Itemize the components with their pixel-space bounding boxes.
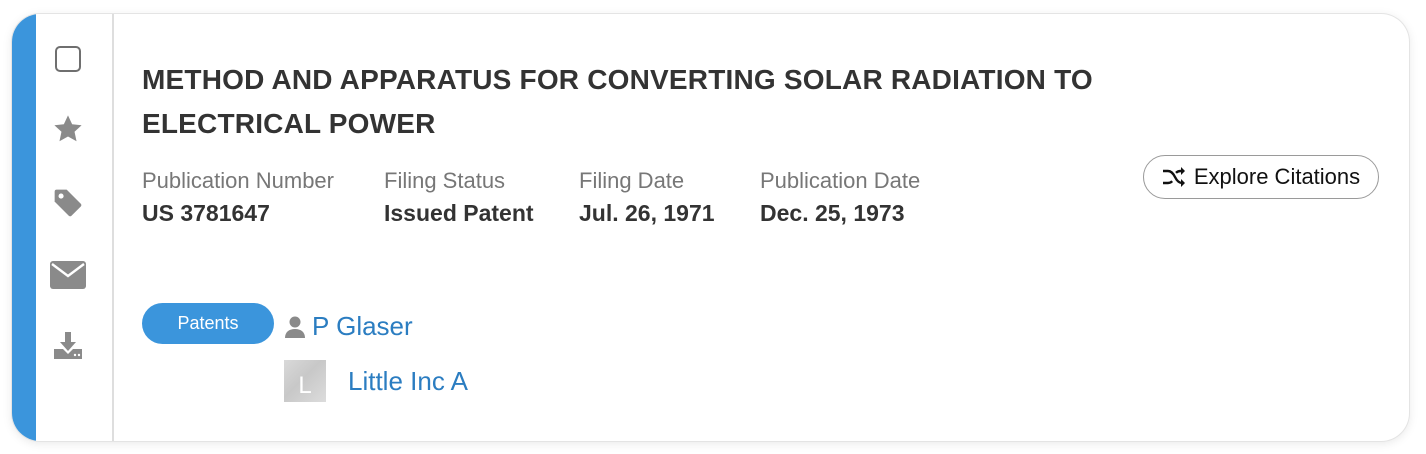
- assignee: L Little Inc A: [284, 360, 468, 402]
- patent-title[interactable]: METHOD AND APPARATUS FOR CONVERTING SOLA…: [142, 58, 1252, 146]
- tag-button[interactable]: [51, 186, 85, 220]
- card-content: METHOD AND APPARATUS FOR CONVERTING SOLA…: [142, 14, 1409, 441]
- filing-date-field: Filing Date Jul. 26, 1971: [579, 168, 715, 228]
- person-icon: [285, 316, 305, 338]
- explore-citations-label: Explore Citations: [1193, 164, 1361, 189]
- star-icon: [54, 115, 82, 142]
- checkbox-icon: [55, 46, 81, 72]
- filing-date-label: Filing Date: [579, 168, 685, 193]
- assignee-avatar: L: [284, 360, 326, 402]
- type-badge: Patents: [142, 303, 274, 344]
- result-card: METHOD AND APPARATUS FOR CONVERTING SOLA…: [12, 14, 1409, 441]
- favorite-button[interactable]: [51, 112, 85, 146]
- inventor-link[interactable]: P Glaser: [312, 311, 413, 342]
- email-button[interactable]: [48, 258, 88, 292]
- shuffle-icon: [1162, 167, 1185, 187]
- card-toolbar: [36, 14, 114, 441]
- filing-status-field: Filing Status Issued Patent: [384, 168, 534, 228]
- filing-status-value: Issued Patent: [384, 200, 534, 226]
- select-checkbox[interactable]: [51, 42, 85, 76]
- publication-date-value: Dec. 25, 1973: [760, 200, 905, 226]
- filing-date-value: Jul. 26, 1971: [579, 200, 715, 226]
- publication-date-field: Publication Date Dec. 25, 1973: [760, 168, 920, 228]
- download-button[interactable]: [51, 328, 85, 362]
- filing-status-label: Filing Status: [384, 168, 506, 193]
- publication-number-value: US 3781647: [142, 200, 270, 226]
- tag-icon: [54, 189, 82, 217]
- card-accent-bar: [12, 14, 36, 441]
- download-icon: [54, 332, 82, 359]
- envelope-icon: [50, 261, 86, 289]
- publication-number-label: Publication Number: [142, 168, 334, 193]
- explore-citations-button[interactable]: Explore Citations: [1143, 155, 1379, 199]
- publication-number-field: Publication Number US 3781647: [142, 168, 334, 228]
- publication-date-label: Publication Date: [760, 168, 921, 193]
- inventor: P Glaser: [284, 311, 413, 342]
- assignee-avatar-letter: L: [298, 372, 312, 399]
- assignee-link[interactable]: Little Inc A: [348, 366, 468, 397]
